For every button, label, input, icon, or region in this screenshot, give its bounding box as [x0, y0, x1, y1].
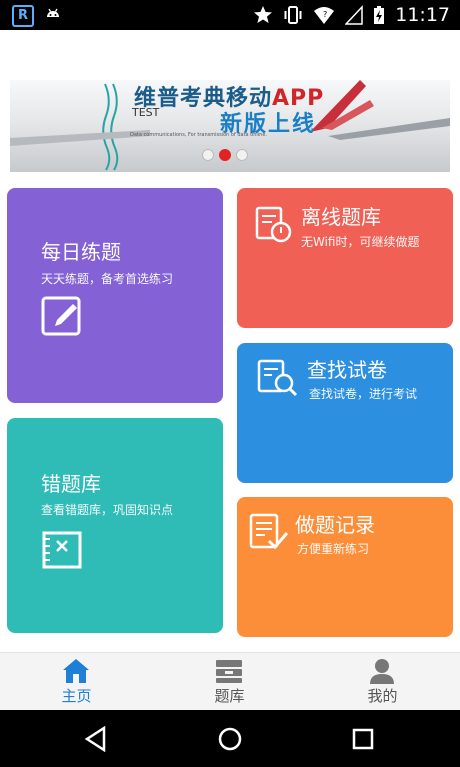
pager-dot[interactable] [202, 149, 214, 161]
vibrate-icon [284, 6, 302, 24]
back-icon[interactable] [82, 725, 112, 753]
wifi-icon: ? [314, 7, 335, 24]
nav-home-label: 主页 [61, 687, 92, 705]
tile-title: 离线题库 [301, 205, 381, 229]
nav-mine[interactable]: 我的 [306, 653, 459, 711]
system-nav-bar [0, 710, 460, 767]
star-icon [254, 6, 273, 23]
bottom-nav: 主页 题库 我的 [0, 652, 460, 711]
android-debug-icon [47, 8, 59, 23]
search-doc-icon [257, 359, 298, 397]
tile-title: 查找试卷 [307, 358, 387, 382]
search-paper-tile[interactable]: 查找试卷 查找试卷，进行考试 [237, 343, 453, 483]
nav-home[interactable]: 主页 [0, 653, 153, 711]
status-bar: R ? 11:17 [0, 0, 460, 30]
wrong-bank-tile[interactable]: 错题库 查看错题库，巩固知识点 [7, 418, 223, 633]
tile-subtitle: 天天练题，备考首选练习 [41, 272, 174, 286]
offline-bank-tile[interactable]: 离线题库 无Wifi时，可继续做题 [237, 188, 453, 328]
tile-title: 每日练题 [41, 240, 121, 264]
tile-subtitle: 查看错题库，巩固知识点 [41, 503, 174, 517]
nav-question-bank[interactable]: 题库 [153, 653, 306, 711]
home-circle-icon[interactable] [215, 725, 245, 753]
daily-practice-tile[interactable]: 每日练题 天天练题，备考首选练习 [7, 188, 223, 403]
nav-mine-label: 我的 [367, 687, 398, 705]
banner-pager [202, 149, 248, 161]
pager-dot[interactable] [236, 149, 248, 161]
question-bank-icon [216, 660, 242, 683]
banner-test-text: TEST [132, 106, 160, 119]
signal-icon [345, 5, 363, 25]
battery-charging-icon [374, 6, 385, 24]
banner-fine-print: Data communications, For transmission of… [130, 132, 268, 138]
nav-question-bank-label: 题库 [214, 687, 245, 705]
tile-subtitle: 方便重新练习 [297, 542, 370, 556]
svg-text:?: ? [323, 10, 327, 19]
tile-subtitle: 查找试卷，进行考试 [309, 387, 418, 401]
tile-title: 做题记录 [295, 513, 375, 537]
home-icon [63, 659, 89, 683]
offline-doc-icon [255, 206, 292, 243]
practice-record-tile[interactable]: 做题记录 方便重新练习 [237, 497, 453, 637]
app-r-icon: R [12, 5, 34, 27]
tile-subtitle: 无Wifi时，可继续做题 [301, 235, 420, 249]
pager-dot-active[interactable] [219, 149, 231, 161]
user-icon [370, 659, 394, 684]
status-time: 11:17 [395, 4, 450, 26]
edit-icon [41, 296, 81, 336]
wrong-book-icon [42, 531, 82, 569]
record-check-icon [249, 513, 289, 550]
recents-icon[interactable] [348, 725, 378, 753]
tile-title: 错题库 [41, 472, 101, 496]
